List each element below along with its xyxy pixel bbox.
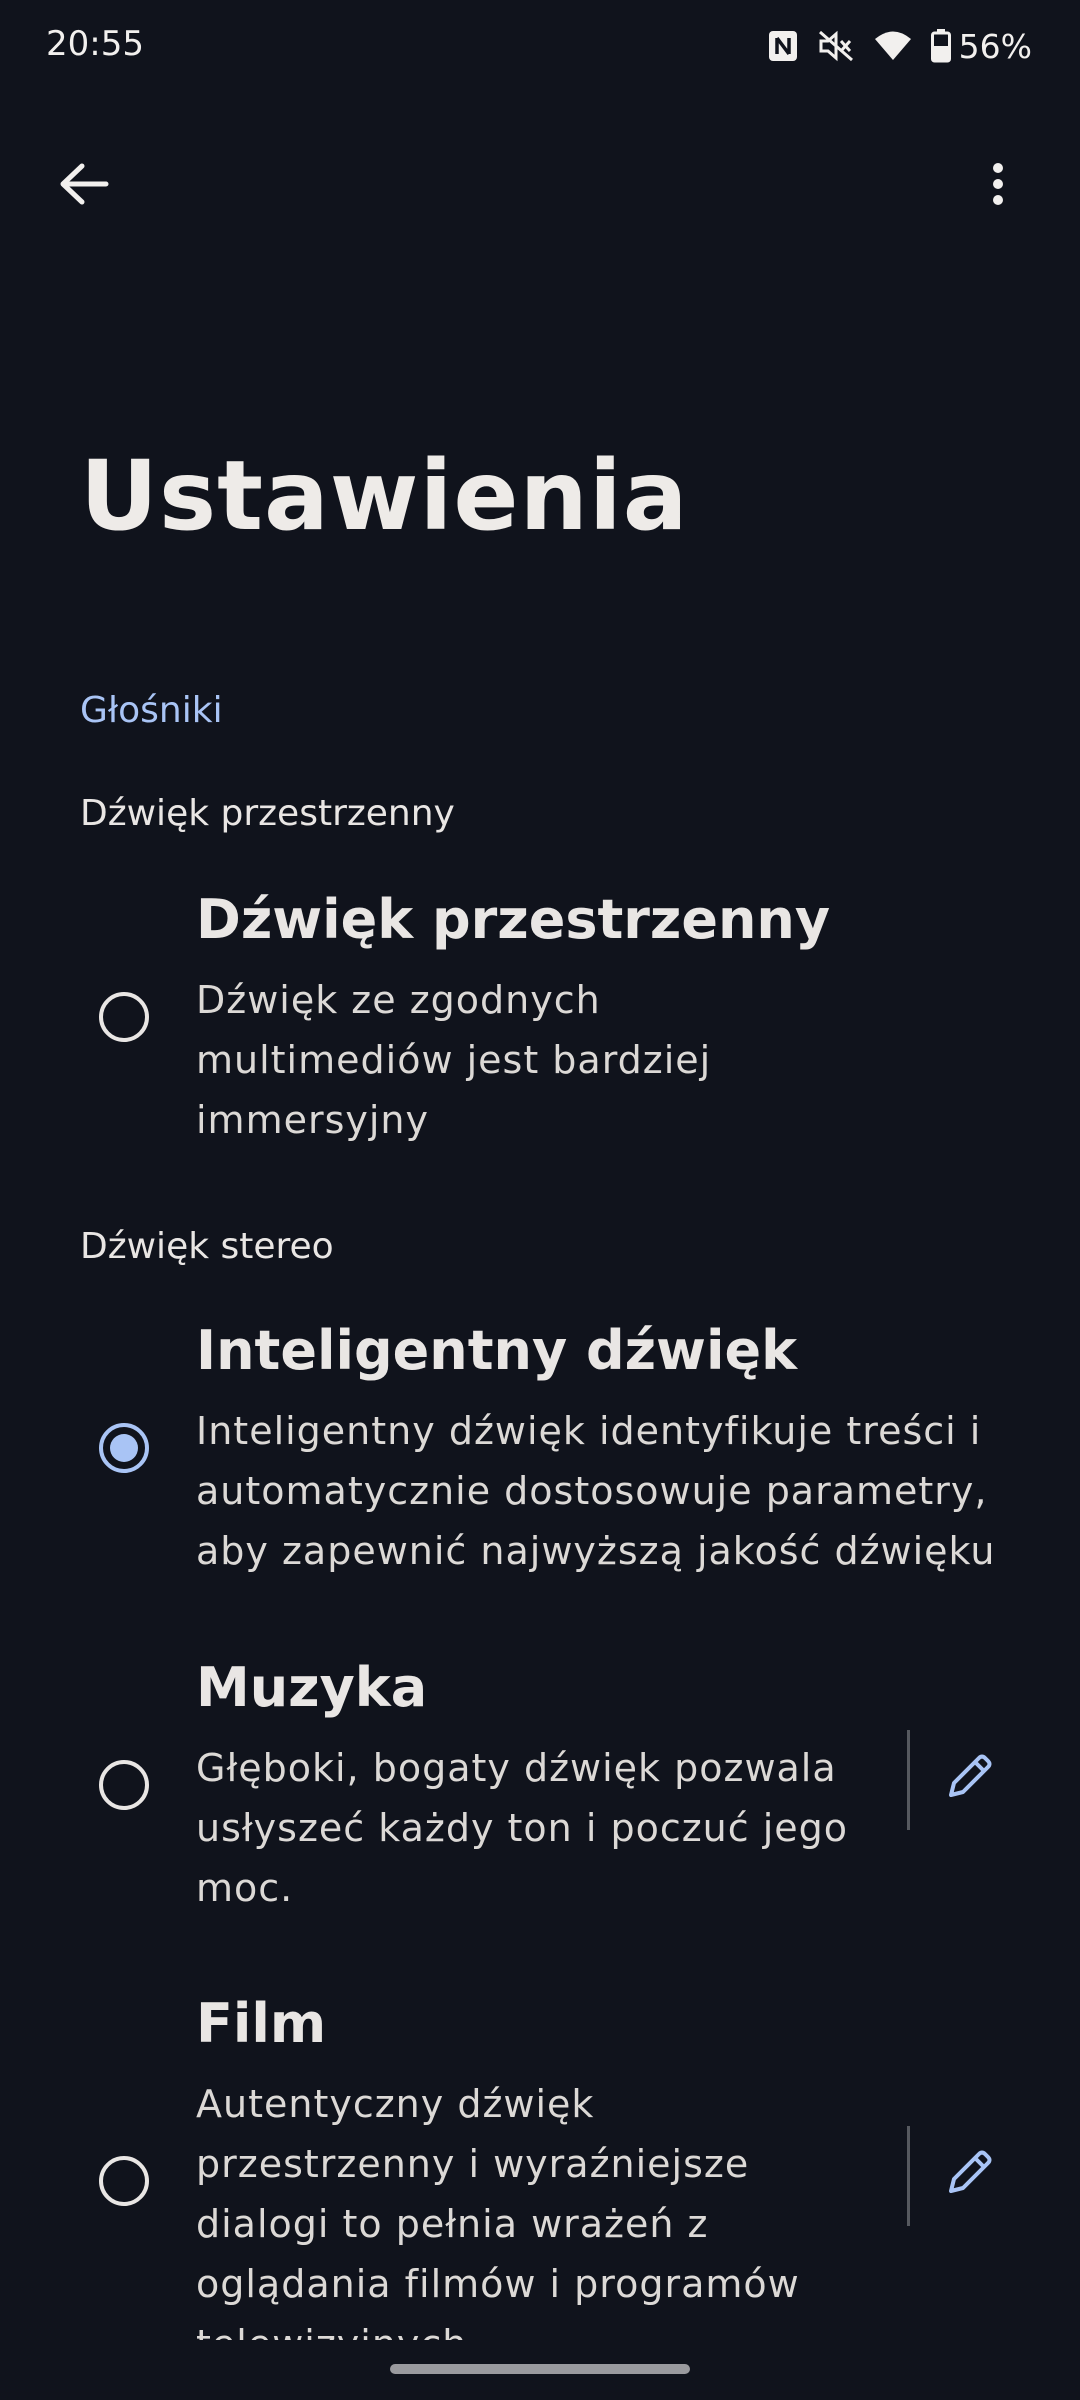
option-title: Film (196, 1992, 327, 2055)
edit-film-button[interactable] (930, 2134, 1010, 2214)
radio-spatial-audio[interactable] (99, 992, 149, 1042)
radio-film[interactable] (99, 2156, 149, 2206)
pencil-icon (945, 2147, 995, 2201)
option-spatial-audio[interactable]: Dźwięk przestrzenny Dźwięk ze zgodnych m… (0, 888, 1080, 1148)
group-label-spatial: Dźwięk przestrzenny (80, 793, 455, 834)
gesture-nav-handle[interactable] (390, 2364, 690, 2374)
option-description: Inteligentny dźwięk identyfikuje treści … (196, 1409, 996, 1573)
option-description: Dźwięk ze zgodnych multimediów jest bard… (196, 978, 712, 1142)
option-film[interactable]: Film Autentyczny dźwięk przestrzenny i w… (0, 1992, 1080, 2340)
option-title: Dźwięk przestrzenny (196, 888, 831, 951)
group-label-stereo: Dźwięk stereo (80, 1226, 334, 1267)
edit-music-button[interactable] (930, 1738, 1010, 1818)
page-title: Ustawienia (80, 440, 689, 552)
section-header-speakers: Głośniki (80, 690, 223, 731)
pencil-icon (945, 1751, 995, 1805)
edit-divider (907, 2126, 910, 2226)
radio-smart-sound[interactable] (99, 1423, 149, 1473)
option-description: Autentyczny dźwięk przestrzenny i wyraźn… (196, 2082, 800, 2340)
option-smart-sound[interactable]: Inteligentny dźwięk Inteligentny dźwięk … (0, 1319, 1080, 1579)
radio-music[interactable] (99, 1760, 149, 1810)
option-title: Muzyka (196, 1656, 428, 1719)
settings-screen: 20:55 56% Ustawienia Głośniki Dźwięk prz… (0, 0, 1080, 2400)
settings-list: Ustawienia Głośniki Dźwięk przestrzenny … (0, 0, 1080, 2340)
edit-divider (907, 1730, 910, 1830)
option-music[interactable]: Muzyka Głęboki, bogaty dźwięk pozwala us… (0, 1656, 1080, 1916)
option-description: Głęboki, bogaty dźwięk pozwala usłyszeć … (196, 1746, 849, 1910)
option-title: Inteligentny dźwięk (196, 1319, 797, 1382)
